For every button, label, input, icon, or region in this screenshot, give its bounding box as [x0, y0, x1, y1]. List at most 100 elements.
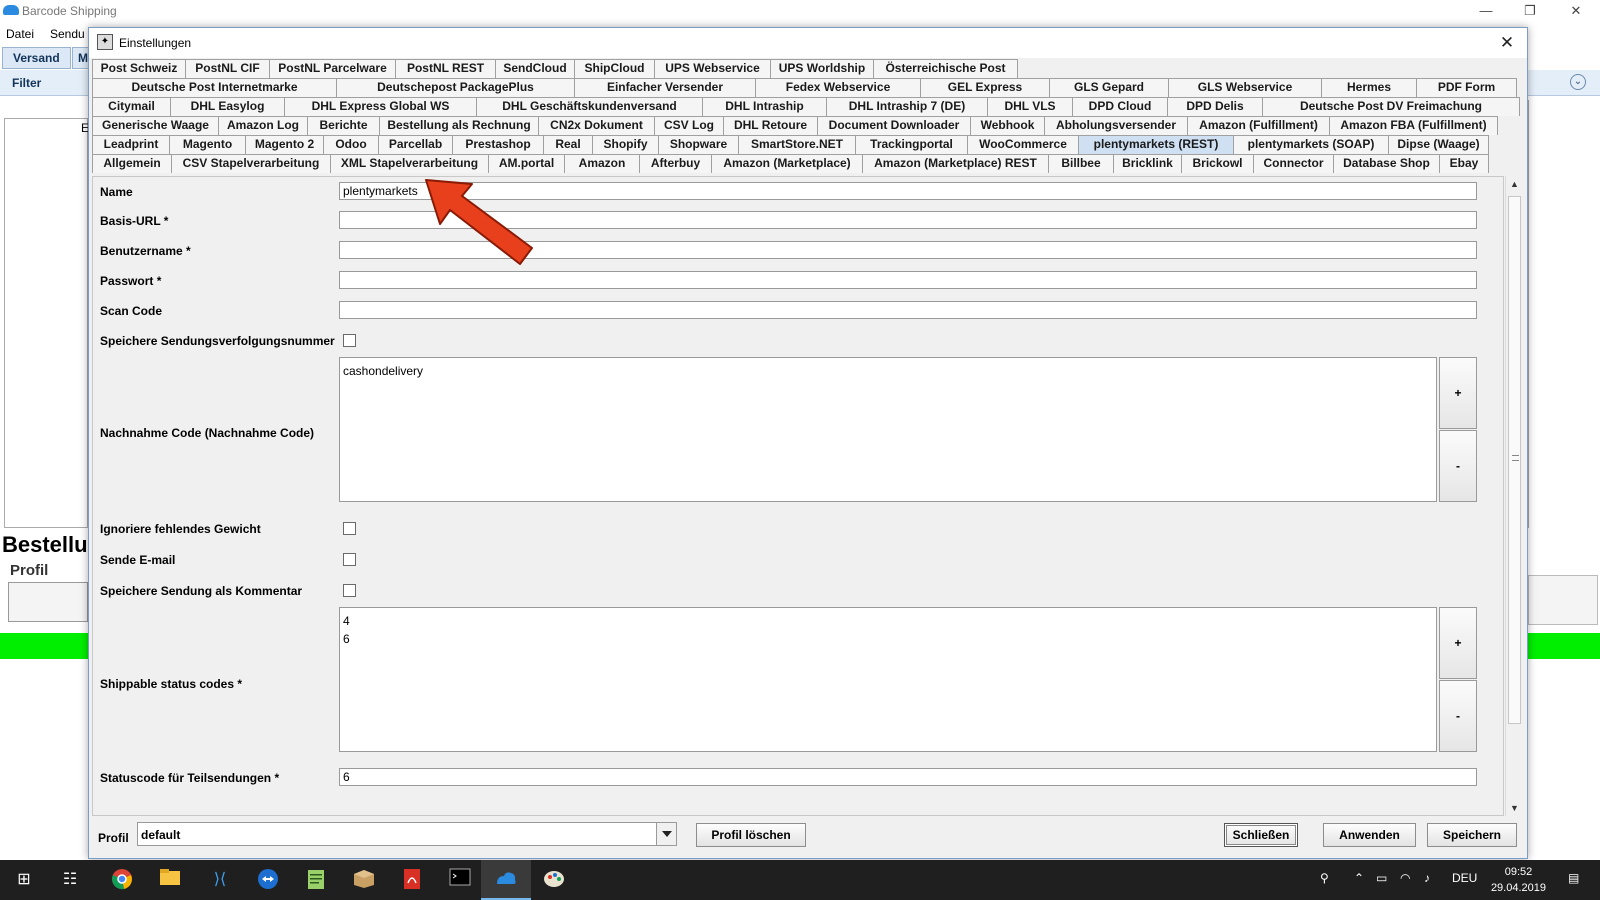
send-email-checkbox[interactable] — [343, 553, 356, 566]
tab-ups-webservice[interactable]: UPS Webservice — [654, 59, 771, 78]
save-comment-checkbox[interactable] — [343, 584, 356, 597]
tab-dhl-express-global-ws[interactable]: DHL Express Global WS — [284, 97, 477, 116]
chrome-icon[interactable] — [110, 868, 134, 892]
tab-deutsche-post-dv-freimachung[interactable]: Deutsche Post DV Freimachung — [1262, 97, 1520, 116]
windows-start-icon[interactable]: ⊞ — [12, 868, 36, 892]
tab-bricklink[interactable]: Bricklink — [1113, 154, 1182, 173]
barcode-shipping-taskbar-icon[interactable] — [494, 868, 518, 892]
tab-amazon-marketplace-rest[interactable]: Amazon (Marketplace) REST — [862, 154, 1049, 173]
cod-code-list[interactable]: cashondelivery — [339, 357, 1437, 502]
tab-sendcloud[interactable]: SendCloud — [495, 59, 575, 78]
tab-real[interactable]: Real — [543, 135, 593, 154]
tab-shopify[interactable]: Shopify — [592, 135, 659, 154]
tab-gls-webservice[interactable]: GLS Webservice — [1168, 78, 1322, 97]
tab-cn2x-dokument[interactable]: CN2x Dokument — [538, 116, 655, 135]
tab-amazon[interactable]: Amazon — [564, 154, 640, 173]
list-item[interactable]: 4 — [343, 612, 1433, 630]
tab-ebay[interactable]: Ebay — [1439, 154, 1489, 173]
menu-datei[interactable]: Datei — [6, 27, 34, 41]
tab-post-schweiz[interactable]: Post Schweiz — [92, 59, 186, 78]
tab-deutsche-post-internetmarke[interactable]: Deutsche Post Internetmarke — [92, 78, 337, 97]
list-item[interactable]: cashondelivery — [343, 362, 1433, 380]
paint-icon[interactable] — [542, 868, 566, 892]
tab-shipcloud[interactable]: ShipCloud — [574, 59, 655, 78]
taskbar-clock[interactable]: 09:52 29.04.2019 — [1491, 864, 1546, 896]
tab-am-portal[interactable]: AM.portal — [488, 154, 565, 173]
tab-trackingportal[interactable]: Trackingportal — [855, 135, 968, 154]
collapse-chevron-icon[interactable]: ⌄ — [1570, 74, 1586, 90]
tab-magento[interactable]: Magento — [169, 135, 246, 154]
tab-oesterreichische-post[interactable]: Österreichische Post — [873, 59, 1018, 78]
tab-gls-gepard[interactable]: GLS Gepard — [1049, 78, 1169, 97]
tab-berichte[interactable]: Berichte — [307, 116, 380, 135]
ignore-weight-checkbox[interactable] — [343, 522, 356, 535]
package-icon[interactable] — [352, 868, 376, 892]
tab-magento-2[interactable]: Magento 2 — [245, 135, 324, 154]
save-tracking-checkbox[interactable] — [343, 334, 356, 347]
tab-database-shop[interactable]: Database Shop — [1333, 154, 1440, 173]
tab-citymail[interactable]: Citymail — [92, 97, 171, 116]
shippable-remove-button[interactable]: - — [1439, 680, 1477, 752]
tab-bestellung-als-rechnung[interactable]: Bestellung als Rechnung — [379, 116, 539, 135]
tab-brickowl[interactable]: Brickowl — [1181, 154, 1254, 173]
vscode-icon[interactable]: ⟩⟨ — [208, 868, 232, 892]
tab-woocommerce[interactable]: WooCommerce — [967, 135, 1079, 154]
tab-shopware[interactable]: Shopware — [658, 135, 739, 154]
tab-document-downloader[interactable]: Document Downloader — [817, 116, 971, 135]
teamviewer-icon[interactable] — [256, 868, 280, 892]
list-item[interactable]: 6 — [343, 630, 1433, 648]
pdf-icon[interactable] — [400, 868, 424, 892]
tab-allgemein[interactable]: Allgemein — [92, 154, 172, 173]
tab-postnl-cif[interactable]: PostNL CIF — [185, 59, 270, 78]
scroll-down-icon[interactable]: ▼ — [1506, 800, 1523, 816]
tab-parcellab[interactable]: Parcellab — [378, 135, 453, 154]
tab-csv-log[interactable]: CSV Log — [654, 116, 724, 135]
tab-dhl-vls[interactable]: DHL VLS — [987, 97, 1073, 116]
tab-dpd-cloud[interactable]: DPD Cloud — [1072, 97, 1168, 116]
tab-postnl-rest[interactable]: PostNL REST — [395, 59, 496, 78]
partial-status-input[interactable] — [339, 768, 1477, 786]
tab-csv-stapelverarbeitung[interactable]: CSV Stapelverarbeitung — [171, 154, 331, 173]
tab-leadprint[interactable]: Leadprint — [92, 135, 170, 154]
tab-dipse-waage[interactable]: Dipse (Waage) — [1388, 135, 1489, 154]
tab-plentymarkets-soap[interactable]: plentymarkets (SOAP) — [1233, 135, 1389, 154]
tray-chevron-up-icon[interactable]: ⌃ — [1354, 871, 1364, 885]
tab-billbee[interactable]: Billbee — [1048, 154, 1114, 173]
tab-deutschepost-packageplus[interactable]: Deutschepost PackagePlus — [336, 78, 575, 97]
apply-button[interactable]: Anwenden — [1323, 823, 1416, 847]
tab-smartstore-net[interactable]: SmartStore.NET — [738, 135, 856, 154]
close-button[interactable]: Schließen — [1224, 823, 1298, 847]
scan-code-input[interactable] — [339, 301, 1477, 319]
tab-ups-worldship[interactable]: UPS Worldship — [770, 59, 874, 78]
notepad-icon[interactable] — [304, 868, 328, 892]
tab-hermes[interactable]: Hermes — [1321, 78, 1417, 97]
scrollbar-thumb[interactable] — [1508, 196, 1521, 724]
scroll-up-icon[interactable]: ▲ — [1506, 176, 1523, 192]
battery-icon[interactable]: ▭ — [1376, 871, 1387, 885]
tab-dhl-retoure[interactable]: DHL Retoure — [723, 116, 818, 135]
wifi-icon[interactable]: ◠ — [1400, 871, 1410, 885]
tab-generische-waage[interactable]: Generische Waage — [92, 116, 219, 135]
tab-connector[interactable]: Connector — [1253, 154, 1334, 173]
cod-add-button[interactable]: + — [1439, 357, 1477, 429]
delete-profile-button[interactable]: Profil löschen — [696, 823, 806, 847]
tab-amazon-fulfillment[interactable]: Amazon (Fulfillment) — [1187, 116, 1330, 135]
tab-versand[interactable]: Versand — [2, 47, 71, 69]
tab-afterbuy[interactable]: Afterbuy — [639, 154, 712, 173]
tab-fedex-webservice[interactable]: Fedex Webservice — [755, 78, 921, 97]
tab-amazon-fba-fulfillment[interactable]: Amazon FBA (Fulfillment) — [1329, 116, 1498, 135]
tab-dhl-easylog[interactable]: DHL Easylog — [170, 97, 285, 116]
tab-dhl-geschaeftskundenversand[interactable]: DHL Geschäftskundenversand — [476, 97, 703, 116]
cod-remove-button[interactable]: - — [1439, 430, 1477, 502]
people-icon[interactable]: ⚲ — [1320, 871, 1329, 885]
dialog-close-icon[interactable]: ✕ — [1495, 32, 1519, 54]
tab-amazon-log[interactable]: Amazon Log — [218, 116, 308, 135]
tab-dhl-intraship[interactable]: DHL Intraship — [702, 97, 827, 116]
notifications-icon[interactable]: ▤ — [1568, 871, 1579, 885]
tab-xml-stapelverarbeitung[interactable]: XML Stapelverarbeitung — [330, 154, 489, 173]
input-language[interactable]: DEU — [1452, 871, 1477, 885]
save-button[interactable]: Speichern — [1427, 823, 1517, 847]
tab-postnl-parcelware[interactable]: PostNL Parcelware — [269, 59, 396, 78]
tab-plentymarkets-rest[interactable]: plentymarkets (REST) — [1078, 135, 1234, 154]
tab-abholungsversender[interactable]: Abholungsversender — [1044, 116, 1188, 135]
